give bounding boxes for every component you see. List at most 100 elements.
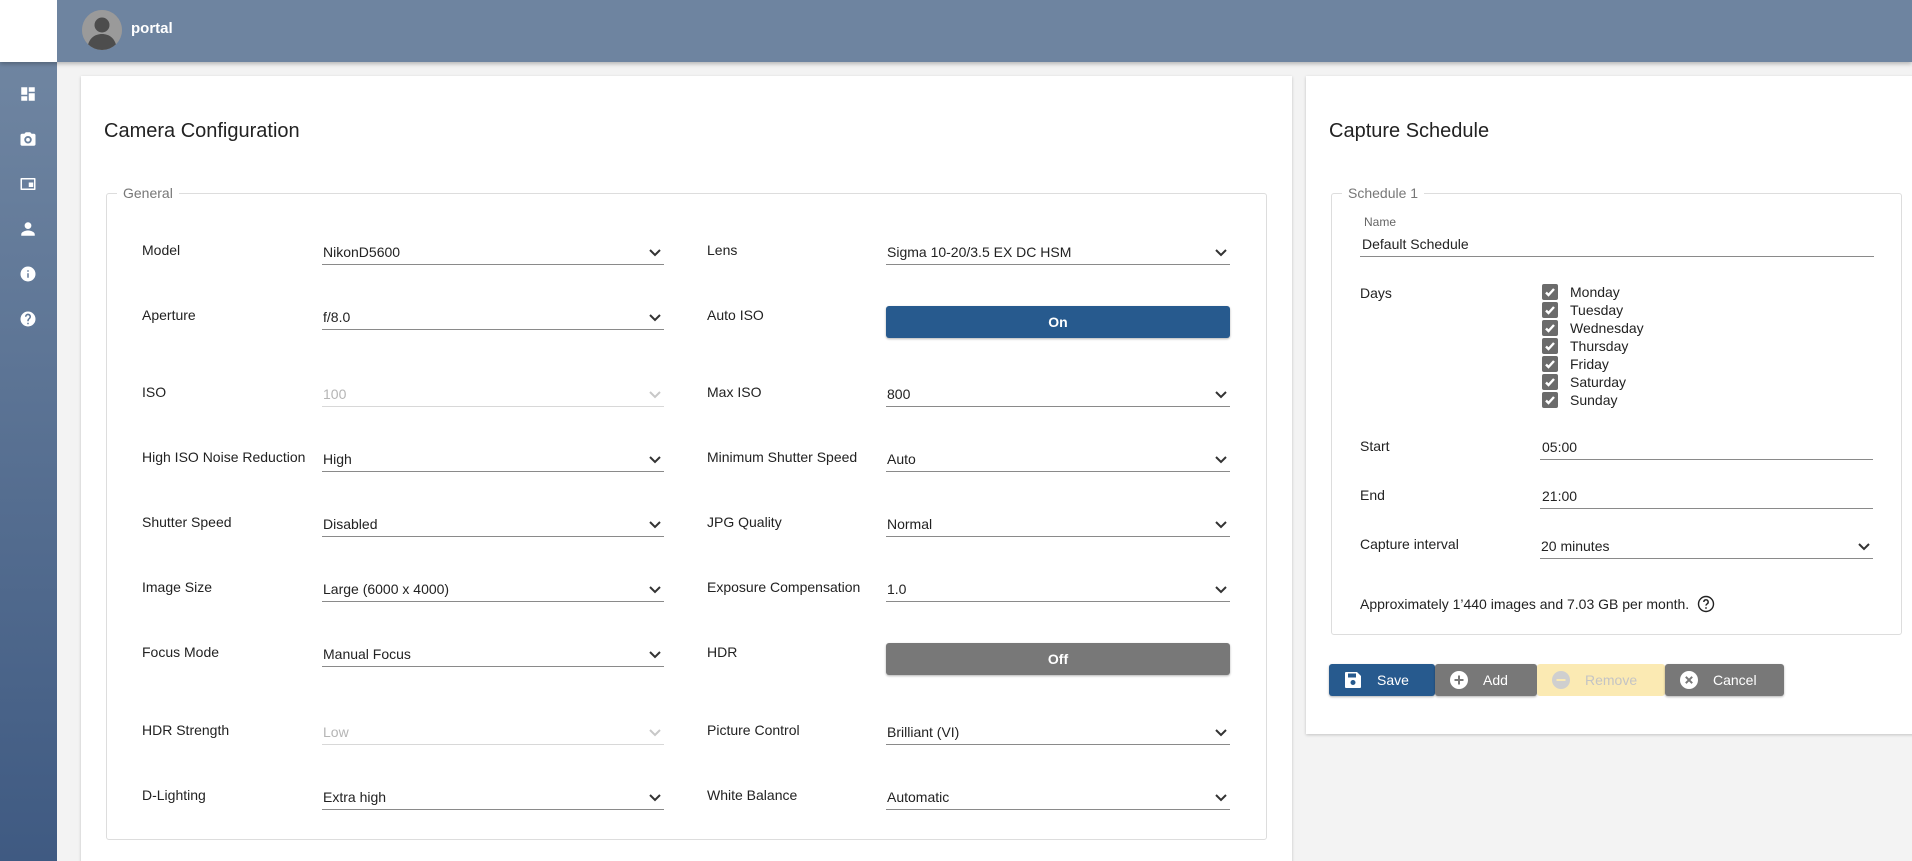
exposure-compensation-label: Exposure Compensation — [707, 579, 861, 595]
general-legend: General — [123, 185, 173, 201]
chevron-down-icon — [648, 310, 662, 324]
sidebar — [0, 62, 57, 861]
lens-label: Lens — [707, 242, 738, 258]
day-checkbox-wednesday[interactable]: Wednesday — [1542, 319, 1644, 337]
lens-value: Sigma 10-20/3.5 EX DC HSM — [887, 244, 1072, 260]
end-time-input[interactable] — [1540, 483, 1873, 509]
day-checkbox-thursday[interactable]: Thursday — [1542, 337, 1628, 355]
capture-interval-select[interactable]: 20 minutes — [1540, 531, 1873, 559]
image-size-label: Image Size — [142, 579, 213, 595]
model-select[interactable]: NikonD5600 — [322, 237, 664, 265]
max-iso-label: Max ISO — [707, 384, 762, 400]
help-icon — [20, 311, 36, 327]
day-checkbox-sunday[interactable]: Sunday — [1542, 391, 1617, 409]
focus-mode-value: Manual Focus — [323, 646, 411, 662]
brand-name[interactable]: portal — [131, 20, 173, 37]
save-button[interactable]: Save — [1329, 664, 1435, 696]
jpg-quality-select[interactable]: Normal — [886, 509, 1230, 537]
chevron-down-icon — [1214, 790, 1228, 804]
schedule-name-label: Name — [1364, 215, 1397, 229]
min-shutter-speed-label: Minimum Shutter Speed — [707, 449, 858, 465]
capture-interval-label: Capture interval — [1360, 536, 1459, 552]
day-checkbox-friday[interactable]: Friday — [1542, 355, 1609, 373]
checkbox-checked-icon — [1542, 356, 1558, 372]
camera-config-title: Camera Configuration — [104, 120, 300, 142]
checkbox-checked-icon — [1542, 392, 1558, 408]
white-balance-select[interactable]: Automatic — [886, 782, 1230, 810]
white-balance-value: Automatic — [887, 789, 950, 805]
day-checkbox-tuesday[interactable]: Tuesday — [1542, 301, 1623, 319]
sidebar-item-dashboard[interactable] — [14, 80, 42, 108]
cancel-button[interactable]: Cancel — [1665, 664, 1784, 696]
day-label: Sunday — [1570, 392, 1618, 408]
image-size-value: Large (6000 x 4000) — [323, 581, 450, 597]
day-label: Wednesday — [1570, 320, 1644, 336]
add-button-label: Add — [1483, 672, 1508, 688]
aperture-label: Aperture — [142, 307, 196, 323]
auto-iso-toggle[interactable]: On — [886, 306, 1230, 338]
d-lighting-select[interactable]: Extra high — [322, 782, 664, 810]
gallery-icon — [20, 178, 36, 190]
capture-summary-text: Approximately 1’440 images and 7.03 GB p… — [1360, 596, 1690, 612]
iso-value: 100 — [323, 386, 347, 402]
sidebar-item-info[interactable] — [14, 260, 42, 288]
close-circle-icon — [1679, 670, 1699, 690]
chevron-down-icon — [1214, 517, 1228, 531]
focus-mode-select[interactable]: Manual Focus — [322, 639, 664, 667]
picture-control-select[interactable]: Brilliant (VI) — [886, 717, 1230, 745]
day-checkbox-saturday[interactable]: Saturday — [1542, 373, 1626, 391]
chevron-down-icon — [648, 387, 662, 401]
chevron-down-icon — [648, 582, 662, 596]
days-label: Days — [1360, 285, 1392, 301]
sidebar-item-user[interactable] — [14, 215, 42, 243]
day-checkbox-monday[interactable]: Monday — [1542, 283, 1620, 301]
checkbox-checked-icon — [1542, 284, 1558, 300]
day-label: Tuesday — [1570, 302, 1624, 318]
end-label: End — [1360, 487, 1385, 503]
checkbox-checked-icon — [1542, 338, 1558, 354]
cancel-button-label: Cancel — [1713, 672, 1757, 688]
hdr-toggle[interactable]: Off — [886, 643, 1230, 675]
sidebar-item-help[interactable] — [14, 305, 42, 333]
checkbox-checked-icon — [1542, 320, 1558, 336]
min-shutter-speed-value: Auto — [887, 451, 916, 467]
chevron-down-icon — [1857, 539, 1871, 553]
hdr-strength-value: Low — [323, 724, 349, 740]
d-lighting-label: D-Lighting — [142, 787, 206, 803]
hdr-strength-label: HDR Strength — [142, 722, 230, 738]
d-lighting-value: Extra high — [323, 789, 387, 805]
image-size-select[interactable]: Large (6000 x 4000) — [322, 574, 664, 602]
save-button-label: Save — [1377, 672, 1409, 688]
shutter-speed-select[interactable]: Disabled — [322, 509, 664, 537]
schedule-name-input[interactable] — [1360, 231, 1874, 257]
high-iso-nr-label: High ISO Noise Reduction — [142, 449, 306, 465]
model-value: NikonD5600 — [323, 244, 401, 260]
high-iso-nr-select[interactable]: High — [322, 444, 664, 472]
auto-iso-label: Auto ISO — [707, 307, 764, 323]
lens-select[interactable]: Sigma 10-20/3.5 EX DC HSM — [886, 237, 1230, 265]
hdr-strength-select: Low — [322, 717, 664, 745]
camera-icon — [20, 132, 36, 146]
min-shutter-speed-select[interactable]: Auto — [886, 444, 1230, 472]
checkbox-checked-icon — [1542, 374, 1558, 390]
hdr-label: HDR — [707, 644, 738, 660]
sidebar-item-camera[interactable] — [14, 125, 42, 153]
max-iso-value: 800 — [887, 386, 911, 402]
chevron-down-icon — [1214, 387, 1228, 401]
day-label: Thursday — [1570, 338, 1629, 354]
max-iso-select[interactable]: 800 — [886, 379, 1230, 407]
remove-button: Remove — [1537, 664, 1665, 696]
aperture-select[interactable]: f/8.0 — [322, 302, 664, 330]
sidebar-item-gallery[interactable] — [14, 170, 42, 198]
chevron-down-icon — [1214, 582, 1228, 596]
chevron-down-icon — [648, 452, 662, 466]
question-circle-icon[interactable] — [1697, 595, 1715, 613]
white-balance-label: White Balance — [707, 787, 798, 803]
schedule-legend: Schedule 1 — [1348, 185, 1419, 201]
start-time-input[interactable] — [1540, 434, 1873, 460]
exposure-compensation-select[interactable]: 1.0 — [886, 574, 1230, 602]
top-bar: portal — [0, 0, 1912, 62]
add-button[interactable]: Add — [1435, 664, 1537, 696]
avatar[interactable] — [82, 10, 122, 50]
exposure-compensation-value: 1.0 — [887, 581, 907, 597]
